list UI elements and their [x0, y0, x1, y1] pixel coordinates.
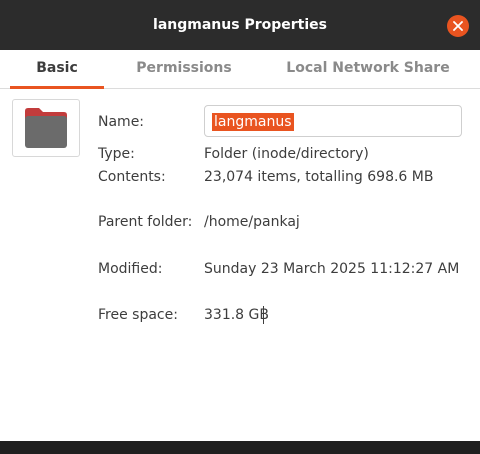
tab-bar: Basic Permissions Local Network Share: [0, 50, 480, 89]
free-space-value: 331.8 GB: [204, 307, 269, 323]
window-bottom-edge: [0, 441, 480, 454]
name-label: Name:: [98, 114, 145, 130]
contents-value: 23,074 items, totalling 698.6 MB: [204, 169, 434, 185]
type-label: Type:: [98, 146, 135, 162]
active-tab-indicator: [10, 86, 104, 89]
modified-value: Sunday 23 March 2025 11:12:27 AM: [204, 261, 460, 277]
tab-permissions-label: Permissions: [136, 60, 232, 76]
text-cursor: [263, 306, 264, 324]
name-field-value: langmanus: [212, 113, 294, 131]
contents-label: Contents:: [98, 169, 166, 185]
tab-local-network-share[interactable]: Local Network Share: [282, 50, 454, 88]
name-field[interactable]: langmanus: [204, 105, 462, 137]
window-title: langmanus Properties: [153, 17, 327, 33]
close-icon: [453, 21, 463, 31]
close-button[interactable]: [447, 15, 469, 37]
modified-label: Modified:: [98, 261, 163, 277]
type-value: Folder (inode/directory): [204, 146, 369, 162]
tab-basic[interactable]: Basic: [10, 50, 104, 89]
folder-icon: [25, 108, 67, 148]
folder-icon-button[interactable]: [12, 99, 80, 157]
parent-folder-value: /home/pankaj: [204, 214, 300, 230]
title-bar: langmanus Properties: [0, 0, 480, 50]
tab-basic-label: Basic: [36, 60, 78, 76]
tab-local-network-share-label: Local Network Share: [286, 60, 450, 76]
parent-folder-label: Parent folder:: [98, 214, 193, 230]
tab-permissions[interactable]: Permissions: [126, 50, 242, 88]
free-space-label: Free space:: [98, 307, 178, 323]
